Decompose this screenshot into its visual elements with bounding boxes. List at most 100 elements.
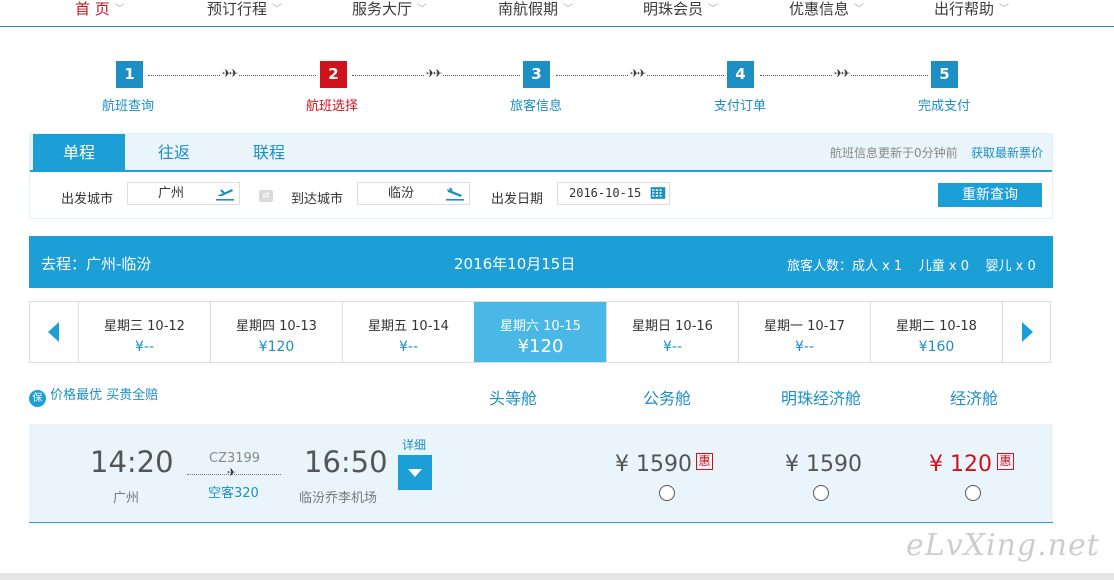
cabin-header-pearl-economy: 明珠经济舱	[781, 389, 862, 408]
date-day: 星期四 10-13	[236, 319, 317, 334]
step-2-number: 2	[320, 61, 347, 88]
detail-label[interactable]: 详细	[402, 436, 426, 453]
takeoff-icon	[216, 189, 234, 201]
requery-button[interactable]: 重新查询	[938, 183, 1042, 207]
route-title: 去程：广州-临汾	[41, 255, 152, 273]
plane-icon: ✈✈	[628, 67, 646, 80]
nav-promotions[interactable]: 优惠信息 ﹀	[789, 0, 864, 22]
step-4-label: 支付订单	[714, 99, 767, 114]
route-header: 去程：广州-临汾 2016年10月15日 旅客人数：成人 x 1 儿童 x 0 …	[29, 236, 1053, 288]
arrive-city-input[interactable]: 临汾	[357, 182, 470, 205]
footer-band	[0, 573, 1114, 580]
step-5-label: 完成支付	[918, 99, 971, 114]
tab-round-trip[interactable]: 往返	[128, 134, 220, 170]
step-2-label: 航班选择	[306, 99, 359, 114]
main-nav: 首 页 ﹀ 预订行程 ﹀ 服务大厅 ﹀ 南航假期 ﹀ 明珠会员 ﹀ 优惠信息 ﹀ 出行帮助 ﹀	[0, 0, 1114, 27]
nav-membership-label: 明珠会员	[643, 0, 704, 18]
chevron-down-icon: ﹀	[272, 4, 283, 15]
chevron-down-icon: ﹀	[114, 4, 125, 15]
economy-price: ¥ 120	[929, 452, 992, 477]
step-4-number: 4	[727, 61, 754, 88]
cabin-header-economy: 经济舱	[950, 389, 999, 408]
calendar-icon[interactable]	[650, 185, 666, 201]
date-label: 出发日期	[491, 192, 544, 207]
prev-date-button[interactable]	[30, 302, 78, 362]
guarantee-icon: 保	[29, 390, 46, 407]
date-option[interactable]: 星期三 10-12 ¥--	[78, 302, 210, 362]
nav-help-label: 出行帮助	[934, 0, 995, 18]
date-day: 星期二 10-18	[896, 319, 977, 334]
plane-icon: ✈	[227, 466, 237, 479]
date-price: ¥--	[794, 339, 814, 355]
plane-icon: ✈✈	[424, 67, 442, 80]
flight-number: CZ3199	[209, 451, 261, 466]
date-option[interactable]: 星期日 10-16 ¥--	[606, 302, 738, 362]
date-value: 2016-10-15	[569, 186, 642, 200]
nav-home[interactable]: 首 页 ﹀	[75, 0, 125, 22]
date-input[interactable]: 2016-10-15	[557, 182, 670, 205]
next-date-button[interactable]	[1002, 302, 1050, 362]
plane-icon: ✈✈	[220, 67, 238, 80]
flight-row: 14:20 广州 CZ3199 ✈ 空客320 16:50 临汾乔李机场 详细 …	[29, 424, 1053, 523]
search-panel: 单程 往返 联程 航班信息更新于0分钟前 获取最新票价 出发城市 广州 ⇄ 到达…	[29, 133, 1053, 219]
step-3-number: 3	[523, 61, 550, 88]
date-price: ¥--	[398, 339, 418, 355]
nav-home-label: 首 页	[75, 0, 110, 18]
arrival-airport: 临汾乔李机场	[299, 491, 378, 506]
discount-badge: 惠	[696, 453, 713, 470]
route-date: 2016年10月15日	[454, 255, 576, 273]
business-select-radio[interactable]	[659, 485, 675, 501]
date-price: ¥160	[918, 339, 955, 355]
date-day: 星期一 10-17	[764, 319, 845, 334]
landing-icon	[446, 187, 464, 201]
tab-multi-city[interactable]: 联程	[223, 134, 315, 170]
pearl-economy-select-radio[interactable]	[813, 485, 829, 501]
cabin-header-business: 公务舱	[643, 389, 692, 408]
cabin-header-first: 头等舱	[489, 389, 538, 408]
step-1-label: 航班查询	[102, 99, 155, 114]
departure-city: 广州	[113, 491, 140, 506]
economy-select-radio[interactable]	[965, 485, 981, 501]
swap-cities-button[interactable]: ⇄	[259, 190, 273, 202]
nav-help[interactable]: 出行帮助 ﹀	[934, 0, 1009, 22]
price-guarantee[interactable]: 保 价格最优 买贵全赔	[29, 384, 158, 407]
date-price: ¥--	[134, 339, 154, 355]
nav-promotions-label: 优惠信息	[789, 0, 850, 18]
arrow-left-icon	[48, 322, 59, 342]
date-option[interactable]: 星期一 10-17 ¥--	[738, 302, 870, 362]
chevron-down-icon	[408, 469, 422, 477]
date-option[interactable]: 星期四 10-13 ¥120	[210, 302, 342, 362]
tab-one-way[interactable]: 单程	[33, 134, 125, 170]
refresh-price-link[interactable]: 获取最新票价	[971, 144, 1043, 161]
date-option[interactable]: 星期二 10-18 ¥160	[870, 302, 1002, 362]
nav-holidays[interactable]: 南航假期 ﹀	[498, 0, 573, 22]
arrow-right-icon	[1022, 322, 1033, 342]
chevron-down-icon: ﹀	[417, 4, 428, 15]
step-3-label: 旅客信息	[510, 99, 563, 114]
chevron-down-icon: ﹀	[999, 4, 1010, 15]
arrive-city-label: 到达城市	[291, 192, 344, 207]
date-price: ¥--	[662, 339, 682, 355]
nav-service-hall[interactable]: 服务大厅 ﹀	[352, 0, 427, 22]
date-day: 星期三 10-12	[104, 319, 185, 334]
date-day: 星期五 10-14	[368, 319, 449, 334]
nav-booking-label: 预订行程	[207, 0, 268, 18]
watermark: eLvXing.net	[906, 528, 1100, 563]
plane-icon: ✈✈	[832, 67, 850, 80]
step-1-number: 1	[116, 61, 143, 88]
nav-booking[interactable]: 预订行程 ﹀	[207, 0, 282, 22]
date-option-selected[interactable]: 星期六 10-15 ¥120	[474, 302, 606, 362]
arrival-time: 16:50	[304, 445, 388, 479]
depart-city-input[interactable]: 广州	[127, 182, 240, 205]
date-option[interactable]: 星期五 10-14 ¥--	[342, 302, 474, 362]
nav-membership[interactable]: 明珠会员 ﹀	[643, 0, 718, 22]
nav-service-label: 服务大厅	[352, 0, 413, 18]
trip-type-tabs: 单程 往返 联程 航班信息更新于0分钟前 获取最新票价	[30, 134, 1052, 172]
aircraft-type[interactable]: 空客320	[208, 482, 259, 501]
depart-city-label: 出发城市	[61, 192, 114, 207]
guarantee-text: 价格最优 买贵全赔	[50, 388, 159, 403]
expand-details-button[interactable]	[398, 455, 432, 490]
chevron-down-icon: ﹀	[563, 4, 574, 15]
chevron-down-icon: ﹀	[708, 4, 719, 15]
depart-city-value: 广州	[158, 186, 185, 201]
